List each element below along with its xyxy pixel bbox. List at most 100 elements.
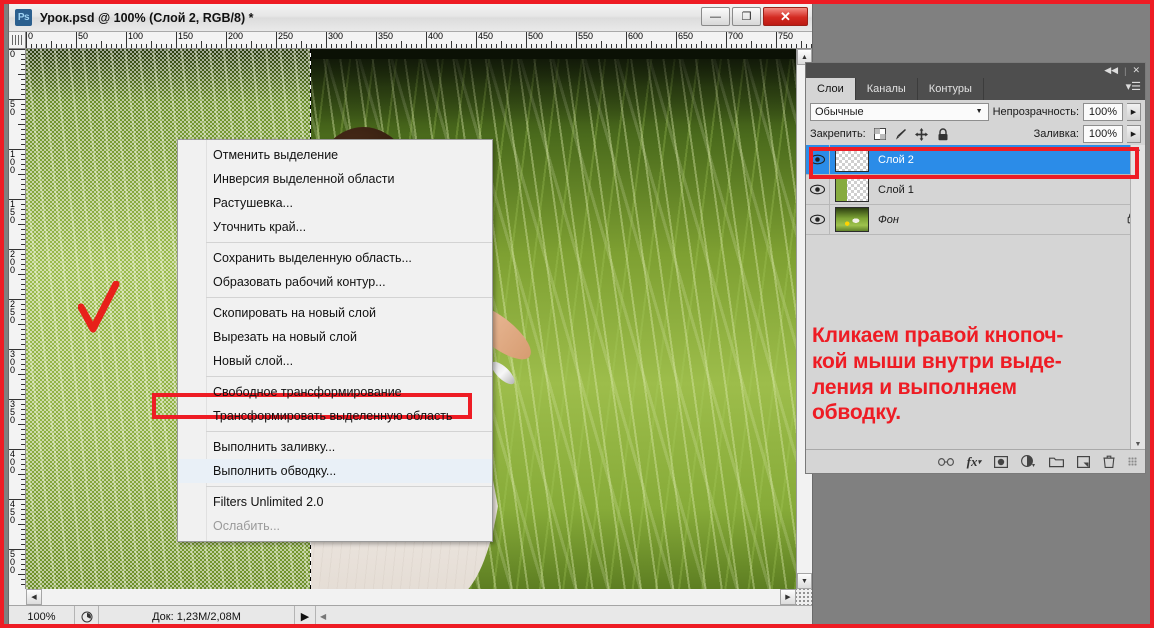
ruler-tick bbox=[621, 44, 622, 48]
tab-paths[interactable]: Контуры bbox=[917, 78, 984, 100]
panel-resize-grip[interactable] bbox=[1128, 457, 1137, 466]
panel-menu-icon[interactable]: ▾☰ bbox=[1126, 82, 1141, 93]
visibility-toggle[interactable] bbox=[806, 205, 830, 234]
layer-row-layer1[interactable]: Слой 1 bbox=[806, 175, 1145, 205]
menu-item[interactable]: Скопировать на новый слой bbox=[178, 301, 492, 325]
canvas-horizontal-scrollbar[interactable]: ◀ ▶ bbox=[9, 589, 812, 605]
ruler-tick bbox=[21, 204, 25, 205]
new-layer-icon[interactable] bbox=[1077, 455, 1090, 468]
ruler-tick bbox=[431, 44, 432, 48]
menu-item[interactable]: Выполнить обводку... bbox=[178, 459, 492, 483]
window-resize-grip[interactable] bbox=[796, 589, 812, 605]
brush-lock-icon[interactable] bbox=[894, 127, 908, 141]
transparency-lock-icon[interactable] bbox=[873, 127, 887, 141]
ruler-tick bbox=[21, 229, 25, 230]
menu-item[interactable]: Образовать рабочий контур... bbox=[178, 270, 492, 294]
layer-thumbnail[interactable] bbox=[835, 177, 869, 202]
menu-item[interactable]: Новый слой... bbox=[178, 349, 492, 373]
tab-channels[interactable]: Каналы bbox=[855, 78, 918, 100]
ruler-tick bbox=[461, 44, 462, 48]
layer-row-background[interactable]: Фон bbox=[806, 205, 1145, 235]
visibility-toggle[interactable] bbox=[806, 175, 830, 204]
clock-icon[interactable] bbox=[75, 606, 99, 624]
ruler-tick bbox=[71, 44, 72, 48]
tab-layers[interactable]: Слои bbox=[806, 78, 856, 100]
ruler-tick bbox=[21, 334, 25, 335]
status-expand-arrow-icon[interactable]: ▶ bbox=[294, 606, 316, 624]
layer-list[interactable]: Слой 2 Слой 1 Фон Кликаем правой кнопоч-… bbox=[806, 145, 1145, 449]
ruler-tick bbox=[21, 354, 25, 355]
horizontal-ruler[interactable]: 0 50 100 150 200 250 300 350 400 450 500 550 600 650 7… bbox=[26, 32, 812, 49]
ruler-tick bbox=[221, 44, 222, 48]
ruler-tick bbox=[266, 44, 267, 48]
menu-item[interactable]: Трансформировать выделенную область bbox=[178, 404, 492, 428]
visibility-toggle[interactable] bbox=[806, 145, 830, 174]
menu-item[interactable]: Filters Unlimited 2.0 bbox=[178, 490, 492, 514]
ruler-tick bbox=[21, 529, 25, 530]
scroll-up-icon[interactable]: ▲ bbox=[1135, 146, 1142, 153]
link-icon[interactable] bbox=[937, 457, 954, 467]
mask-icon[interactable] bbox=[994, 455, 1008, 468]
ruler-tick bbox=[336, 44, 337, 48]
all-lock-icon[interactable] bbox=[936, 127, 950, 141]
ruler-tick bbox=[21, 444, 25, 445]
menu-item[interactable]: Выполнить заливку... bbox=[178, 435, 492, 459]
ruler-tick bbox=[21, 569, 25, 570]
layer-thumbnail[interactable] bbox=[835, 147, 869, 172]
screenshot-root: Ps Урок.psd @ 100% (Слой 2, RGB/8) * — ❐… bbox=[0, 0, 1154, 628]
ruler-label: 700 bbox=[728, 32, 744, 41]
close-panel-icon[interactable]: ✕ bbox=[1132, 65, 1140, 76]
ruler-tick bbox=[451, 41, 452, 48]
ruler-tick bbox=[61, 44, 62, 48]
ruler-tick bbox=[291, 44, 292, 48]
lock-row: Закрепить: Заливка: 100% ▶ bbox=[806, 123, 1145, 145]
context-menu[interactable]: Отменить выделение Инверсия выделенной об… bbox=[177, 139, 493, 542]
zoom-level-field[interactable]: 100% bbox=[9, 606, 75, 624]
maximize-button[interactable]: ❐ bbox=[732, 7, 761, 26]
fx-icon[interactable]: fx ▾ bbox=[967, 454, 981, 470]
close-button[interactable]: ✕ bbox=[763, 7, 808, 26]
ruler-tick bbox=[21, 69, 25, 70]
eye-icon bbox=[810, 154, 825, 165]
ruler-tick bbox=[806, 44, 807, 48]
fill-stepper[interactable]: ▶ bbox=[1127, 125, 1141, 143]
ruler-tick bbox=[41, 44, 42, 48]
move-lock-icon[interactable] bbox=[915, 127, 929, 141]
minimize-button[interactable]: — bbox=[701, 7, 730, 26]
ruler-corner-box[interactable] bbox=[9, 32, 26, 49]
scroll-down-button[interactable]: ▼ bbox=[797, 573, 812, 589]
collapse-panel-icon[interactable]: ◀◀ bbox=[1104, 65, 1118, 76]
ruler-tick bbox=[21, 234, 25, 235]
menu-item[interactable]: Свободное трансформирование bbox=[178, 380, 492, 404]
scroll-left-button[interactable]: ◀ bbox=[26, 589, 42, 605]
menu-item[interactable]: Вырезать на новый слой bbox=[178, 325, 492, 349]
opacity-stepper[interactable]: ▶ bbox=[1127, 102, 1141, 121]
menu-item[interactable]: Инверсия выделенной области bbox=[178, 167, 492, 191]
image-canvas[interactable]: Отменить выделение Инверсия выделенной об… bbox=[26, 49, 796, 589]
layer-list-scrollbar[interactable]: ▲ ▼ bbox=[1130, 145, 1145, 449]
vertical-ruler[interactable]: 0 50 100 150 200 250 300 350 400 450 500 bbox=[9, 49, 26, 589]
ruler-tick bbox=[801, 41, 802, 48]
menu-item[interactable]: Растушевка... bbox=[178, 191, 492, 215]
menu-item[interactable]: Сохранить выделенную область... bbox=[178, 246, 492, 270]
adjustment-icon[interactable]: ▾ bbox=[1021, 455, 1036, 468]
ruler-tick bbox=[21, 394, 25, 395]
opacity-input[interactable]: 100% bbox=[1083, 102, 1123, 121]
layer-row-layer2[interactable]: Слой 2 bbox=[806, 145, 1145, 175]
menu-item[interactable]: Отменить выделение bbox=[178, 143, 492, 167]
scroll-right-button[interactable]: ▶ bbox=[780, 589, 796, 605]
group-icon[interactable] bbox=[1049, 456, 1064, 468]
fill-input[interactable]: 100% bbox=[1083, 125, 1123, 143]
ruler-tick bbox=[21, 309, 25, 310]
layer-thumbnail[interactable] bbox=[835, 207, 869, 232]
ruler-tick bbox=[136, 44, 137, 48]
delete-icon[interactable] bbox=[1103, 455, 1115, 468]
window-title-bar[interactable]: Ps Урок.psd @ 100% (Слой 2, RGB/8) * — ❐… bbox=[9, 4, 812, 32]
ruler-tick bbox=[21, 369, 25, 370]
blend-mode-select[interactable]: Обычные ▼ bbox=[810, 102, 989, 121]
ruler-tick bbox=[21, 114, 25, 115]
ruler-tick bbox=[746, 44, 747, 48]
horizontal-scroll-track[interactable] bbox=[42, 589, 780, 605]
scroll-down-icon[interactable]: ▼ bbox=[1135, 441, 1142, 448]
menu-item[interactable]: Уточнить край... bbox=[178, 215, 492, 239]
